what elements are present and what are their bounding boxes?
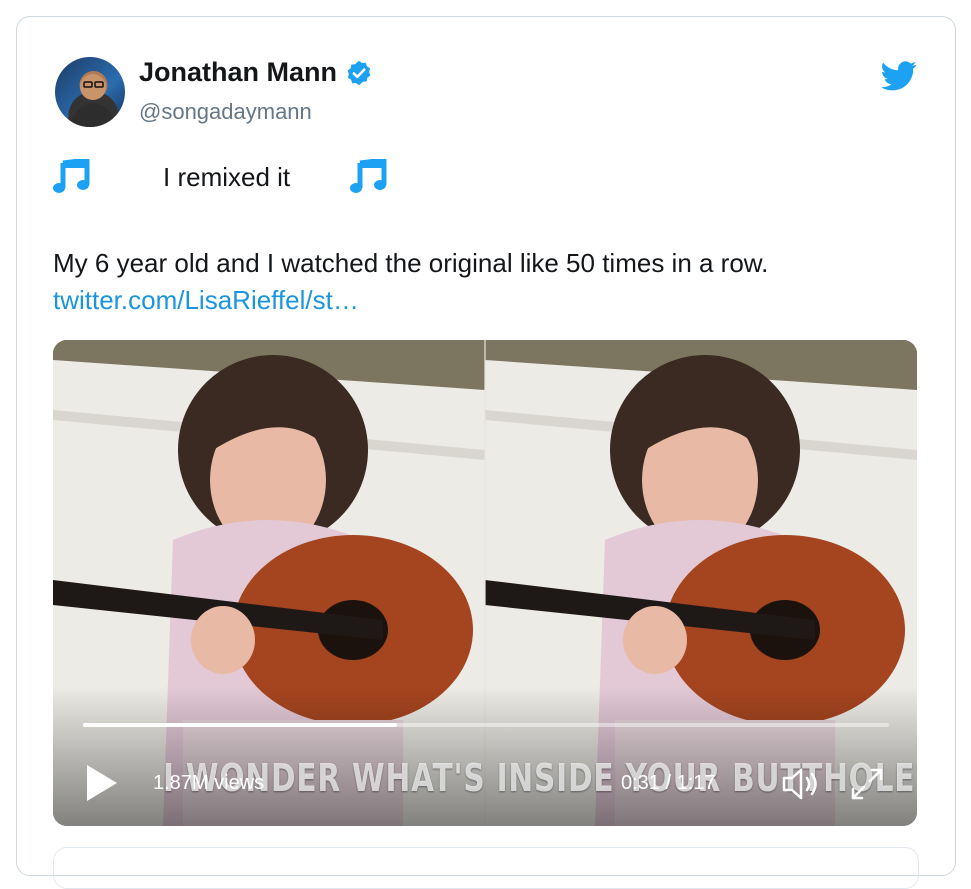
video-progress-fill <box>83 723 398 727</box>
author-name[interactable]: Jonathan Mann <box>139 57 373 88</box>
tweet-text: My 6 year old and I watched the original… <box>53 248 769 278</box>
tweet-remix-text: I remixed it <box>163 161 291 192</box>
fullscreen-icon[interactable] <box>849 766 885 802</box>
music-note-icon <box>350 159 387 193</box>
author-handle[interactable]: @songadaymann <box>139 99 312 125</box>
video-views: 1.87M views <box>153 772 265 794</box>
video-time: 0:31 / 1:17 <box>621 772 716 794</box>
author-name-text: Jonathan Mann <box>139 57 338 87</box>
twitter-bird-icon[interactable] <box>881 61 917 91</box>
avatar[interactable] <box>55 57 125 127</box>
tweet-first-line: I remixed it <box>53 157 390 197</box>
video-player[interactable]: I WONDER WHAT'S INSIDE YOUR BUTTHOLE? 1.… <box>53 340 917 826</box>
verified-badge-icon <box>347 60 371 85</box>
tweet-body: My 6 year old and I watched the original… <box>53 245 933 319</box>
video-progress-bar[interactable] <box>83 723 889 727</box>
tweet-link[interactable]: twitter.com/LisaRieffel/st… <box>53 282 933 319</box>
music-note-icon <box>53 159 90 193</box>
tweet-card[interactable]: Jonathan Mann @songadaymann I remixed it… <box>16 16 956 889</box>
volume-icon[interactable] <box>781 766 821 802</box>
quoted-tweet-box[interactable] <box>53 847 919 889</box>
avatar-image <box>69 74 117 127</box>
play-icon[interactable] <box>85 763 119 803</box>
